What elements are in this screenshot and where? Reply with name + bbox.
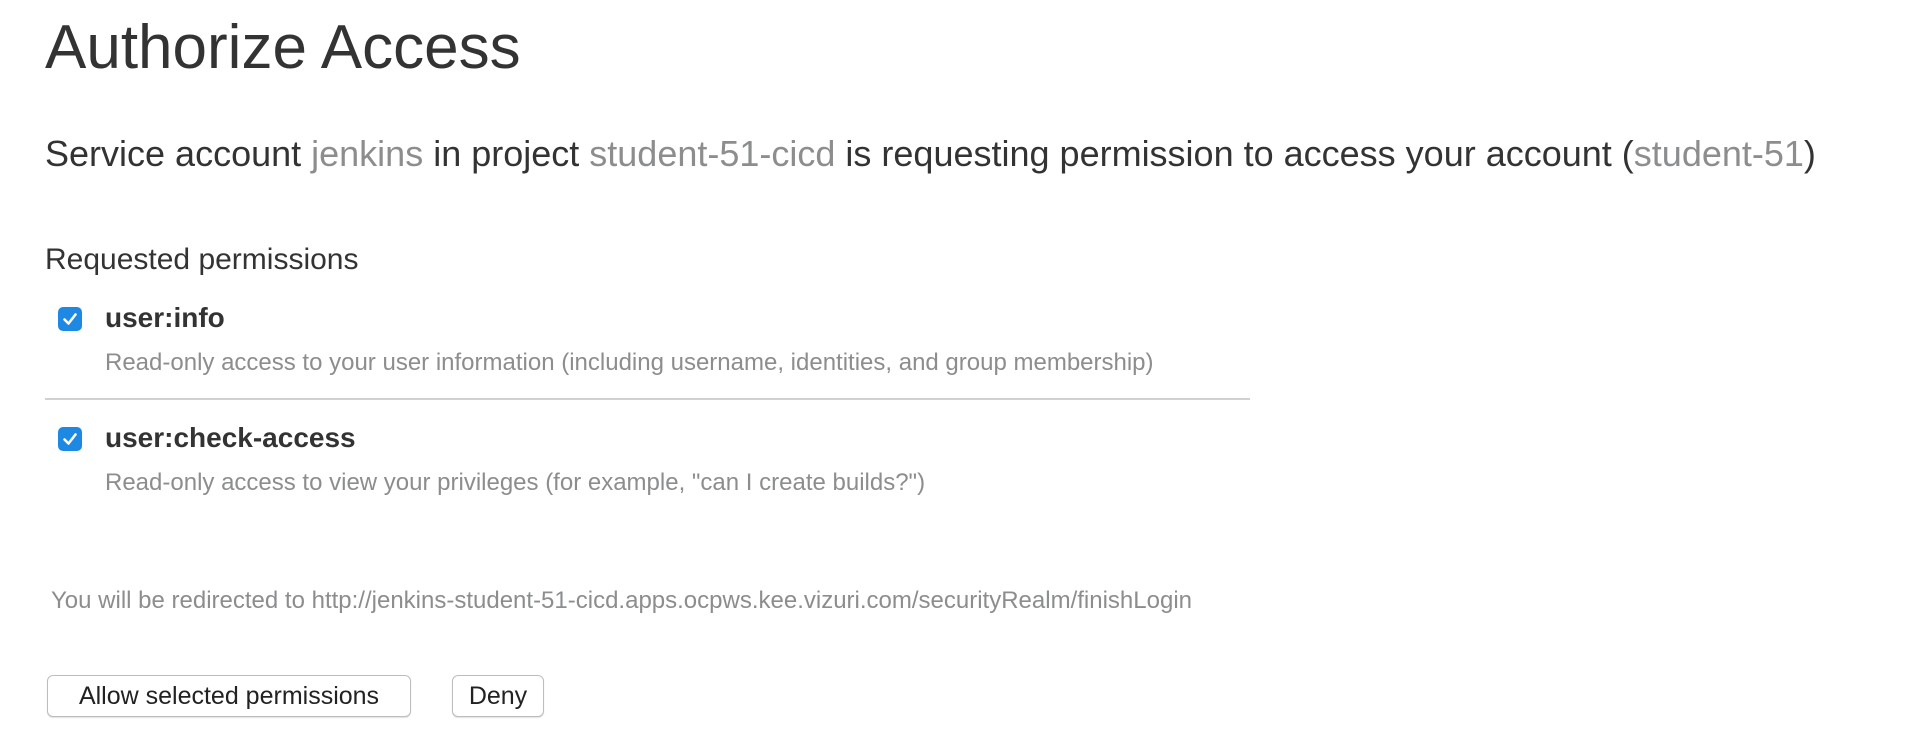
deny-button[interactable]: Deny	[452, 675, 544, 717]
allow-selected-permissions-button[interactable]: Allow selected permissions	[47, 675, 411, 717]
request-middle-1: in project	[423, 133, 590, 174]
request-middle-2: is requesting permission to access your …	[835, 133, 1634, 174]
request-suffix: )	[1803, 133, 1816, 174]
permission-description: Read-only access to your user informatio…	[105, 349, 1154, 376]
permission-checkbox-user-check-access[interactable]	[58, 427, 82, 451]
request-description: Service account jenkins in project stude…	[45, 128, 1816, 180]
checkmark-icon	[63, 433, 77, 445]
requested-permissions-heading: Requested permissions	[45, 243, 359, 276]
permission-name: user:info	[105, 302, 225, 333]
authorize-access-page: Authorize Access Service account jenkins…	[0, 0, 1926, 748]
request-prefix: Service account	[45, 133, 312, 174]
page-title: Authorize Access	[45, 13, 521, 82]
project-name: student-51-cicd	[589, 133, 836, 174]
permission-description: Read-only access to view your privileges…	[105, 469, 926, 496]
service-account-name: jenkins	[311, 133, 424, 174]
permission-divider	[45, 398, 1250, 400]
user-account-name: student-51	[1633, 133, 1804, 174]
redirect-notice: You will be redirected to http://jenkins…	[51, 587, 1192, 614]
permission-name: user:check-access	[105, 422, 356, 453]
permission-checkbox-user-info[interactable]	[58, 307, 82, 331]
checkmark-icon	[63, 313, 77, 325]
